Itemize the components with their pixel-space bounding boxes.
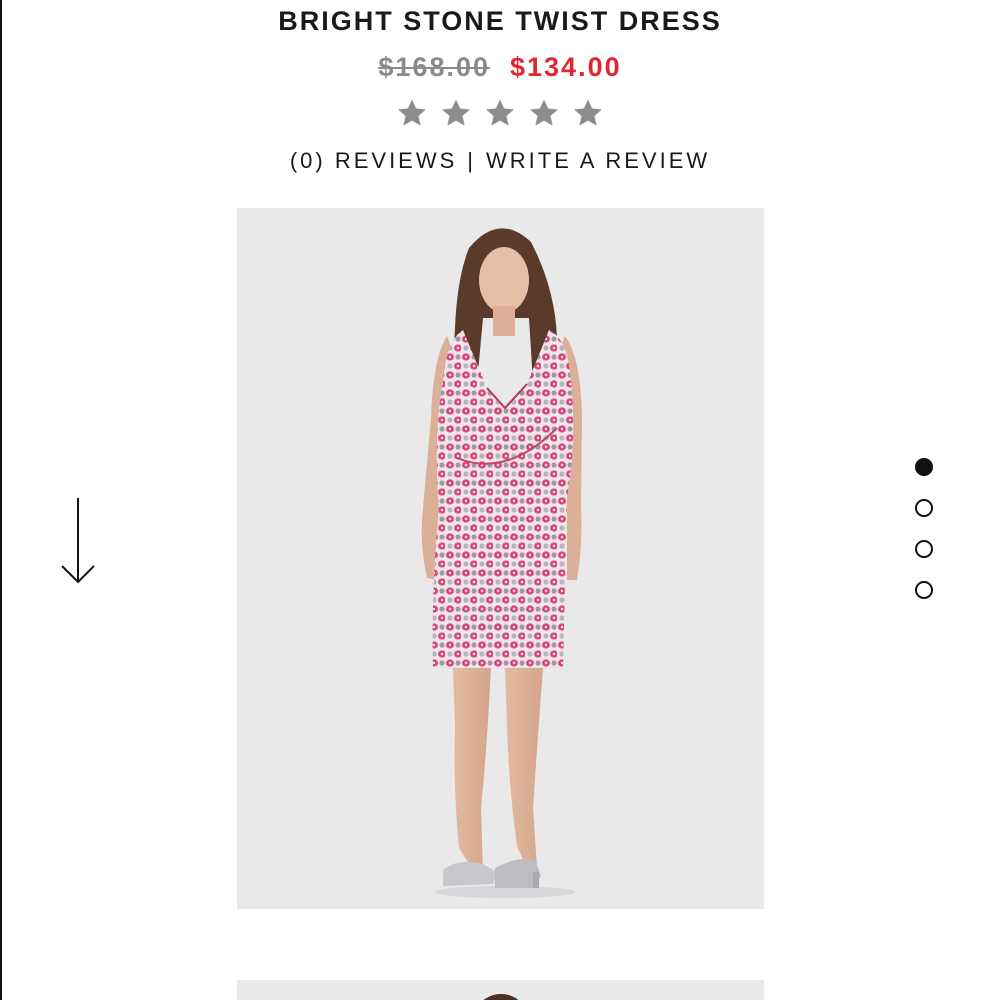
star-icon xyxy=(398,99,426,126)
rating-stars[interactable] xyxy=(0,96,1000,130)
reviews-link[interactable]: (0) REVIEWS xyxy=(290,148,457,173)
model-photo xyxy=(237,208,764,909)
gallery-pagination xyxy=(912,458,936,599)
original-price: $168.00 xyxy=(378,52,490,82)
star-icon xyxy=(530,99,558,126)
star-icon xyxy=(442,99,470,126)
product-title: BRIGHT STONE TWIST DRESS xyxy=(278,6,722,36)
reviews-row: (0) REVIEWS | WRITE A REVIEW xyxy=(0,148,1000,174)
model-photo-next xyxy=(237,980,764,1000)
down-arrow-icon[interactable] xyxy=(58,496,98,588)
star-icon xyxy=(486,99,514,126)
price-block: $168.00 $134.00 xyxy=(0,52,1000,83)
sale-price: $134.00 xyxy=(510,52,622,82)
gallery-dot-1[interactable] xyxy=(915,458,933,476)
gallery-dot-4[interactable] xyxy=(915,581,933,599)
gallery-dot-3[interactable] xyxy=(915,540,933,558)
product-page: BRIGHT STONE TWIST DRESS $168.00 $134.00 … xyxy=(0,0,1000,1000)
gallery-dot-2[interactable] xyxy=(915,499,933,517)
reviews-separator: | xyxy=(467,148,477,173)
write-review-link[interactable]: WRITE A REVIEW xyxy=(486,148,710,173)
product-image-main[interactable] xyxy=(237,208,764,909)
star-icon xyxy=(574,99,602,126)
product-image-next[interactable] xyxy=(237,980,764,1000)
